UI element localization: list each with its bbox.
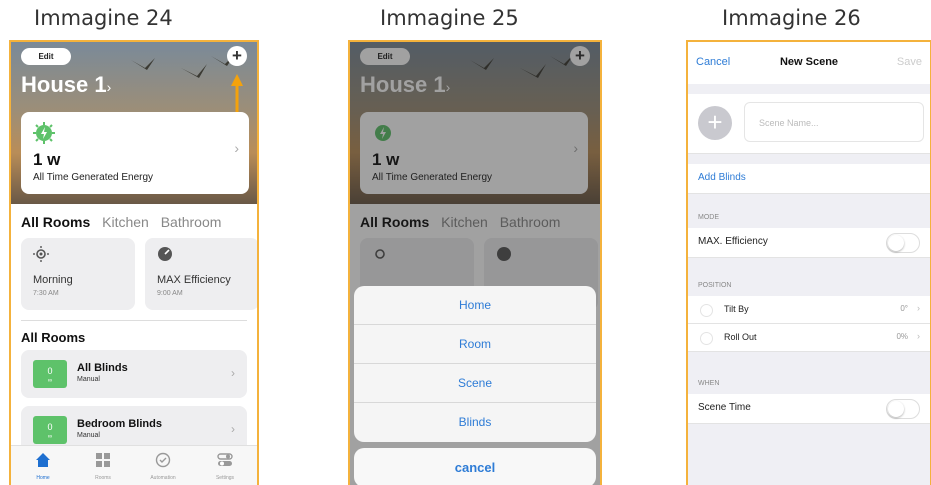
save-button[interactable]: Save: [897, 56, 922, 68]
add-blinds-row[interactable]: Add Blinds: [688, 164, 930, 194]
scene-time-label: Scene Time: [698, 402, 751, 413]
position-row-roll[interactable]: Roll Out 0% ›: [688, 324, 930, 352]
action-sheet: Home Room Scene Blinds: [354, 286, 596, 442]
blind-mode: Manual: [77, 376, 100, 383]
sheet-option-blinds[interactable]: Blinds: [354, 403, 596, 442]
toggles-icon: [217, 453, 233, 466]
chevron-right-icon: ›: [231, 366, 235, 380]
energy-value: 1 w: [33, 150, 61, 169]
house-title[interactable]: House 1›: [21, 72, 111, 98]
scene-card-max-efficiency[interactable]: MAX Efficiency 9:00 AM: [145, 238, 257, 310]
plus-icon[interactable]: +: [227, 46, 247, 66]
chevron-right-icon: ›: [917, 331, 920, 341]
radio-button[interactable]: [700, 304, 713, 317]
sun-icon: [33, 246, 49, 262]
tabbar-label: Rooms: [95, 475, 111, 481]
caption-image-24: Immagine 24: [34, 6, 173, 30]
room-tabs: All Rooms Kitchen Bathroom: [21, 214, 229, 230]
position-value: 0%: [896, 332, 908, 341]
blind-card-all-blinds[interactable]: 0 All Blinds Manual ›: [21, 350, 247, 398]
scene-time: 9:00 AM: [157, 290, 183, 297]
tab-bathroom[interactable]: Bathroom: [161, 214, 222, 230]
tab-kitchen[interactable]: Kitchen: [102, 214, 149, 230]
home-icon: [36, 453, 50, 467]
cancel-button[interactable]: cancel: [354, 448, 596, 485]
tabbar-label: Settings: [215, 475, 235, 481]
position-label: Tilt By: [724, 304, 749, 314]
chevron-right-icon: ›: [234, 140, 239, 156]
phone-screen-new-scene: Cancel New Scene Save + Scene Name... Ad…: [686, 40, 931, 485]
blind-percent-badge: 0: [33, 416, 67, 448]
sheet-option-room[interactable]: Room: [354, 325, 596, 364]
section-label-position: POSITION: [698, 282, 732, 289]
mode-toggle[interactable]: [886, 233, 920, 253]
blind-percent-badge: 0: [33, 360, 67, 392]
clock-icon: [155, 452, 171, 468]
scene-time-row: Scene Time: [688, 394, 930, 424]
position-value: 0°: [900, 304, 908, 313]
mode-option-label: MAX. Efficiency: [698, 236, 768, 247]
position-label: Roll Out: [724, 332, 757, 342]
add-blinds-link[interactable]: Add Blinds: [698, 172, 746, 183]
sheet-option-scene[interactable]: Scene: [354, 364, 596, 403]
sheet-option-home[interactable]: Home: [354, 286, 596, 325]
phone-screen-add-menu: Edit + House 1› 1 w All Time Generated E…: [348, 40, 602, 485]
section-label-mode: MODE: [698, 214, 719, 221]
scene-name: Morning: [33, 274, 73, 286]
scene-name-input[interactable]: Scene Name...: [744, 102, 924, 142]
scene-name: MAX Efficiency: [157, 274, 231, 286]
page-title: New Scene: [779, 56, 839, 68]
blind-name: Bedroom Blinds: [77, 418, 162, 430]
edit-button[interactable]: Edit: [21, 48, 71, 65]
divider: [21, 320, 247, 321]
tab-all-rooms[interactable]: All Rooms: [21, 214, 90, 230]
energy-label: All Time Generated Energy: [33, 172, 154, 183]
scene-time-toggle[interactable]: [886, 399, 920, 419]
add-photo-icon[interactable]: +: [698, 106, 732, 140]
mode-row: MAX. Efficiency: [688, 228, 930, 258]
chevron-right-icon: ›: [917, 303, 920, 313]
energy-bolt-icon: [33, 122, 55, 144]
blind-mode: Manual: [77, 432, 100, 439]
scene-name-row: + Scene Name...: [688, 94, 930, 154]
gauge-icon: [158, 247, 172, 261]
navigation-bar: Cancel New Scene Save: [688, 42, 930, 84]
form-background: + Scene Name... Add Blinds MODE MAX. Eff…: [688, 84, 930, 485]
position-row-tilt[interactable]: Tilt By 0° ›: [688, 296, 930, 324]
section-title-all-rooms: All Rooms: [21, 330, 86, 345]
energy-card[interactable]: 1 w All Time Generated Energy ›: [21, 112, 249, 194]
tabbar-item-rooms[interactable]: Rooms: [83, 452, 123, 481]
tabbar-item-automation[interactable]: Automation: [143, 452, 183, 481]
chevron-right-icon: ›: [231, 422, 235, 436]
scene-time: 7:30 AM: [33, 290, 59, 297]
caption-image-26: Immagine 26: [722, 6, 861, 30]
main-content: All Rooms Kitchen Bathroom Morning 7:30 …: [11, 204, 257, 485]
tabbar-label: Home: [36, 475, 50, 481]
bottom-tab-bar: Home Rooms Automation Settings: [11, 445, 257, 485]
tabbar-label: Automation: [150, 475, 176, 481]
section-label-when: WHEN: [698, 380, 720, 387]
tabbar-item-settings[interactable]: Settings: [205, 452, 245, 481]
caption-image-25: Immagine 25: [380, 6, 519, 30]
radio-button[interactable]: [700, 332, 713, 345]
blind-name: All Blinds: [77, 362, 128, 374]
grid-icon: [96, 453, 110, 467]
phone-screen-home: Edit + House 1› 1 w All Time Generated E…: [9, 40, 259, 485]
tabbar-item-home[interactable]: Home: [23, 452, 63, 481]
scene-card-morning[interactable]: Morning 7:30 AM: [21, 238, 135, 310]
